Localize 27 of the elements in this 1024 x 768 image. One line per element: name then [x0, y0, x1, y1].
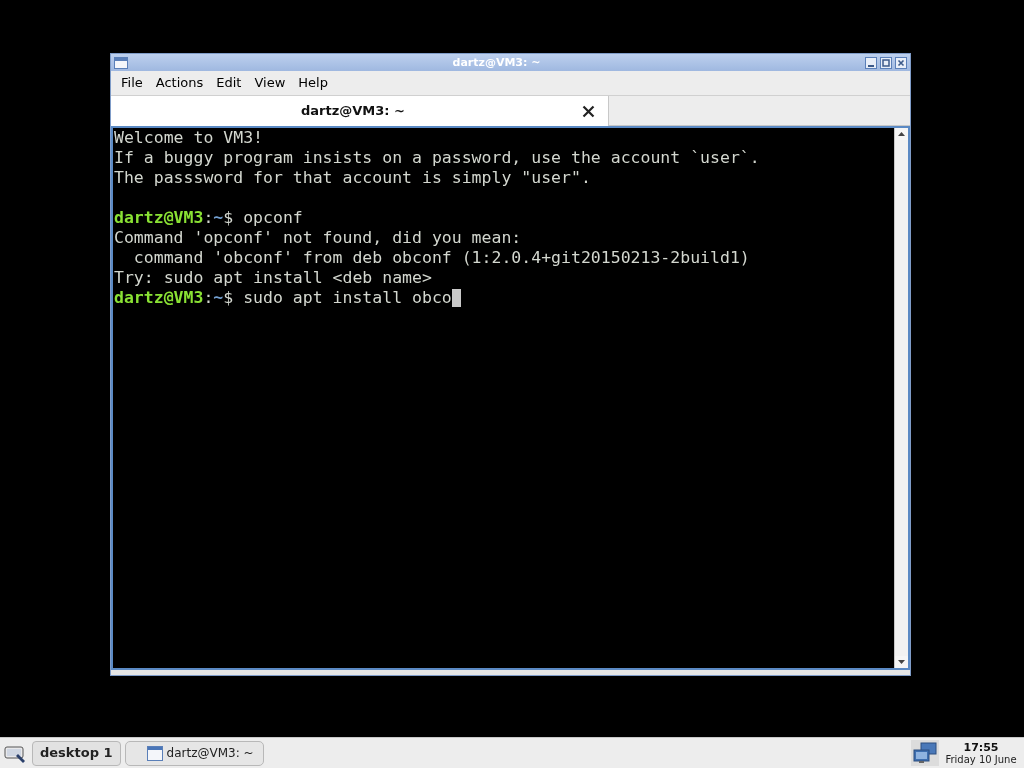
- menu-item[interactable]: View: [254, 73, 286, 93]
- maximize-icon[interactable]: [880, 56, 892, 69]
- menu-item[interactable]: Edit: [216, 73, 242, 93]
- window-title: dartz@VM3: ~: [452, 57, 541, 68]
- window-icon: [146, 745, 163, 761]
- menu-item[interactable]: Help: [298, 73, 328, 93]
- window-icon: [114, 56, 128, 69]
- minimize-icon[interactable]: [865, 56, 877, 69]
- terminal-tab[interactable]: dartz@VM3: ~: [111, 96, 609, 126]
- terminal-line: dartz@VM3:~$ opconf: [114, 208, 303, 228]
- menu-item[interactable]: Actions: [155, 73, 204, 93]
- terminal-line: dartz@VM3:~$ sudo apt install obco: [114, 288, 452, 308]
- terminal-line: The passsword for that account is simply "user".: [114, 168, 591, 188]
- clock-time: 17:55: [963, 741, 999, 753]
- terminal-line: command 'obconf' from deb obconf (1:2.0.4+git20150213-2build1): [132, 248, 750, 268]
- close-tab-icon[interactable]: [582, 104, 595, 118]
- menu-item[interactable]: File: [121, 73, 143, 93]
- terminal-line: Welcome to VM3!: [114, 128, 263, 148]
- network-icon[interactable]: [911, 740, 939, 766]
- task-button[interactable]: dartz@VM3: ~: [124, 740, 264, 766]
- clock-date: Friday 10 June: [945, 754, 1017, 765]
- terminal-line: Command 'opconf' not found, did you mean:: [114, 228, 522, 248]
- scrollbar[interactable]: [894, 128, 908, 668]
- terminal-line: Try: sudo apt install <deb name>: [114, 268, 432, 288]
- workspace-button[interactable]: desktop 1: [32, 740, 121, 766]
- terminal-line: If a buggy program insists on a password, use the account `user`.: [114, 148, 760, 168]
- close-icon[interactable]: [895, 56, 907, 69]
